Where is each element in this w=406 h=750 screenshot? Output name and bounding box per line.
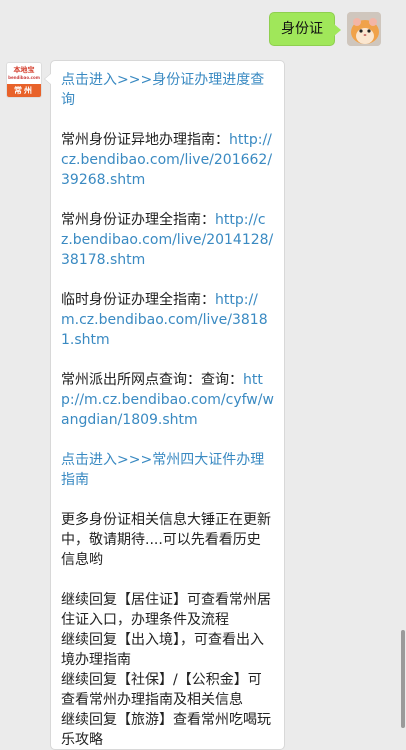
guide-label: 临时身份证办理全指南： xyxy=(61,292,215,308)
four-certificates-link[interactable]: 点击进入>>>常州四大证件办理指南 xyxy=(61,450,274,490)
user-avatar[interactable] xyxy=(347,12,381,46)
guide-label: 常州身份证办理全指南： xyxy=(61,212,215,228)
reply-hint-social-security: 继续回复【社保】/【公积金】可查看常州办理指南及相关信息 xyxy=(61,672,262,708)
brand-logo: 本地宝 bendibao.com xyxy=(7,63,41,84)
bendibao-avatar[interactable]: 本地宝 bendibao.com 常州 xyxy=(6,62,42,98)
reply-hint-residence: 继续回复【居住证】可查看常州居住证入口，办理条件及流程 xyxy=(61,592,271,628)
police-station-query: 常州派出所网点查询：查询：http://m.cz.bendibao.com/cy… xyxy=(61,370,274,430)
chat-area: 身份证 本地宝 bendibao.com 常州 点击进入>>>身份证办理进度查询… xyxy=(0,0,406,750)
progress-query-link[interactable]: 点击进入>>>身份证办理进度查询 xyxy=(61,70,274,110)
guide-full: 常州身份证办理全指南：http://cz.bendibao.com/live/2… xyxy=(61,210,274,270)
outgoing-bubble[interactable]: 身份证 xyxy=(269,12,341,46)
reply-hint-travel: 继续回复【旅游】查看常州吃喝玩乐攻略 xyxy=(61,712,271,748)
update-notice: 更多身份证相关信息大锤正在更新中，敬请期待....可以先看看历史信息哟 xyxy=(61,512,271,568)
outgoing-message: 身份证 xyxy=(269,12,381,46)
reply-hint-exit-entry: 继续回复【出入境】，可查看出入境办理指南 xyxy=(61,632,264,668)
guide-label: 常州身份证异地办理指南： xyxy=(61,132,229,148)
incoming-bubble: 点击进入>>>身份证办理进度查询 常州身份证异地办理指南：http://cz.b… xyxy=(44,60,285,750)
scrollbar[interactable] xyxy=(401,630,405,728)
guide-temporary: 临时身份证办理全指南：http://m.cz.bendibao.com/live… xyxy=(61,290,274,350)
guide-offsite: 常州身份证异地办理指南：http://cz.bendibao.com/live/… xyxy=(61,130,274,190)
hamster-avatar-icon xyxy=(347,12,381,46)
brand-city: 常州 xyxy=(7,84,41,97)
guide-label: 常州派出所网点查询：查询： xyxy=(61,372,243,388)
